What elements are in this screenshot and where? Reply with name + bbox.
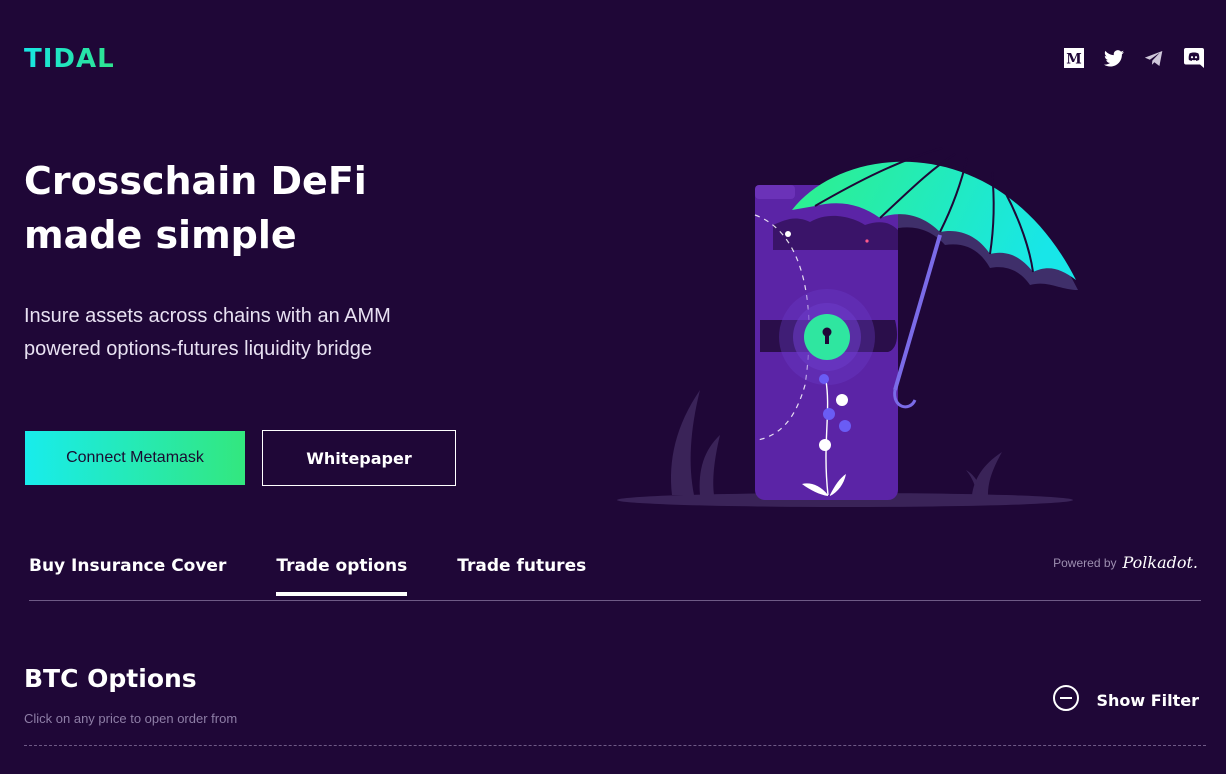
tab-buy-insurance-cover[interactable]: Buy Insurance Cover — [29, 556, 226, 592]
connect-metamask-button[interactable]: Connect Metamask — [25, 431, 245, 485]
show-filter-label: Show Filter — [1096, 691, 1199, 710]
powered-by-label: Powered by — [1053, 555, 1117, 570]
social-links: M — [1062, 47, 1206, 69]
tab-trade-options[interactable]: Trade options — [276, 556, 407, 596]
section-hint: Click on any price to open order from — [24, 711, 238, 726]
section-divider — [24, 745, 1206, 746]
hero-title-line: made simple — [24, 213, 297, 257]
discord-icon[interactable] — [1182, 47, 1206, 69]
hero-title-line: Crosschain DeFi — [24, 159, 367, 203]
medium-icon[interactable]: M — [1062, 47, 1086, 69]
tabs-divider — [29, 600, 1201, 601]
svg-text:M: M — [1066, 52, 1082, 68]
hero-subtitle: Insure assets across chains with an AMM … — [24, 300, 464, 366]
section-title: BTC Options — [24, 664, 197, 693]
polkadot-logo: Polkadot. — [1122, 553, 1199, 572]
twitter-icon[interactable] — [1102, 47, 1126, 69]
hero-subtitle-line: Insure assets across chains with an AMM — [24, 305, 391, 327]
umbrella-phone-illustration — [617, 147, 1078, 507]
telegram-icon[interactable] — [1142, 47, 1166, 69]
hero-title: Crosschain DeFi made simple — [24, 154, 444, 262]
hero-subtitle-line: powered options-futures liquidity bridge — [24, 338, 372, 360]
powered-by-polkadot[interactable]: Powered by Polkadot. — [1053, 553, 1198, 572]
tab-bar: Buy Insurance Cover Trade options Trade … — [29, 556, 636, 596]
minus-circle-icon — [1052, 684, 1080, 717]
tab-trade-futures[interactable]: Trade futures — [457, 556, 586, 592]
tidal-logo[interactable]: TIDAL — [24, 44, 115, 74]
whitepaper-button[interactable]: Whitepaper — [262, 430, 456, 486]
show-filter-button[interactable]: Show Filter — [1052, 684, 1199, 717]
